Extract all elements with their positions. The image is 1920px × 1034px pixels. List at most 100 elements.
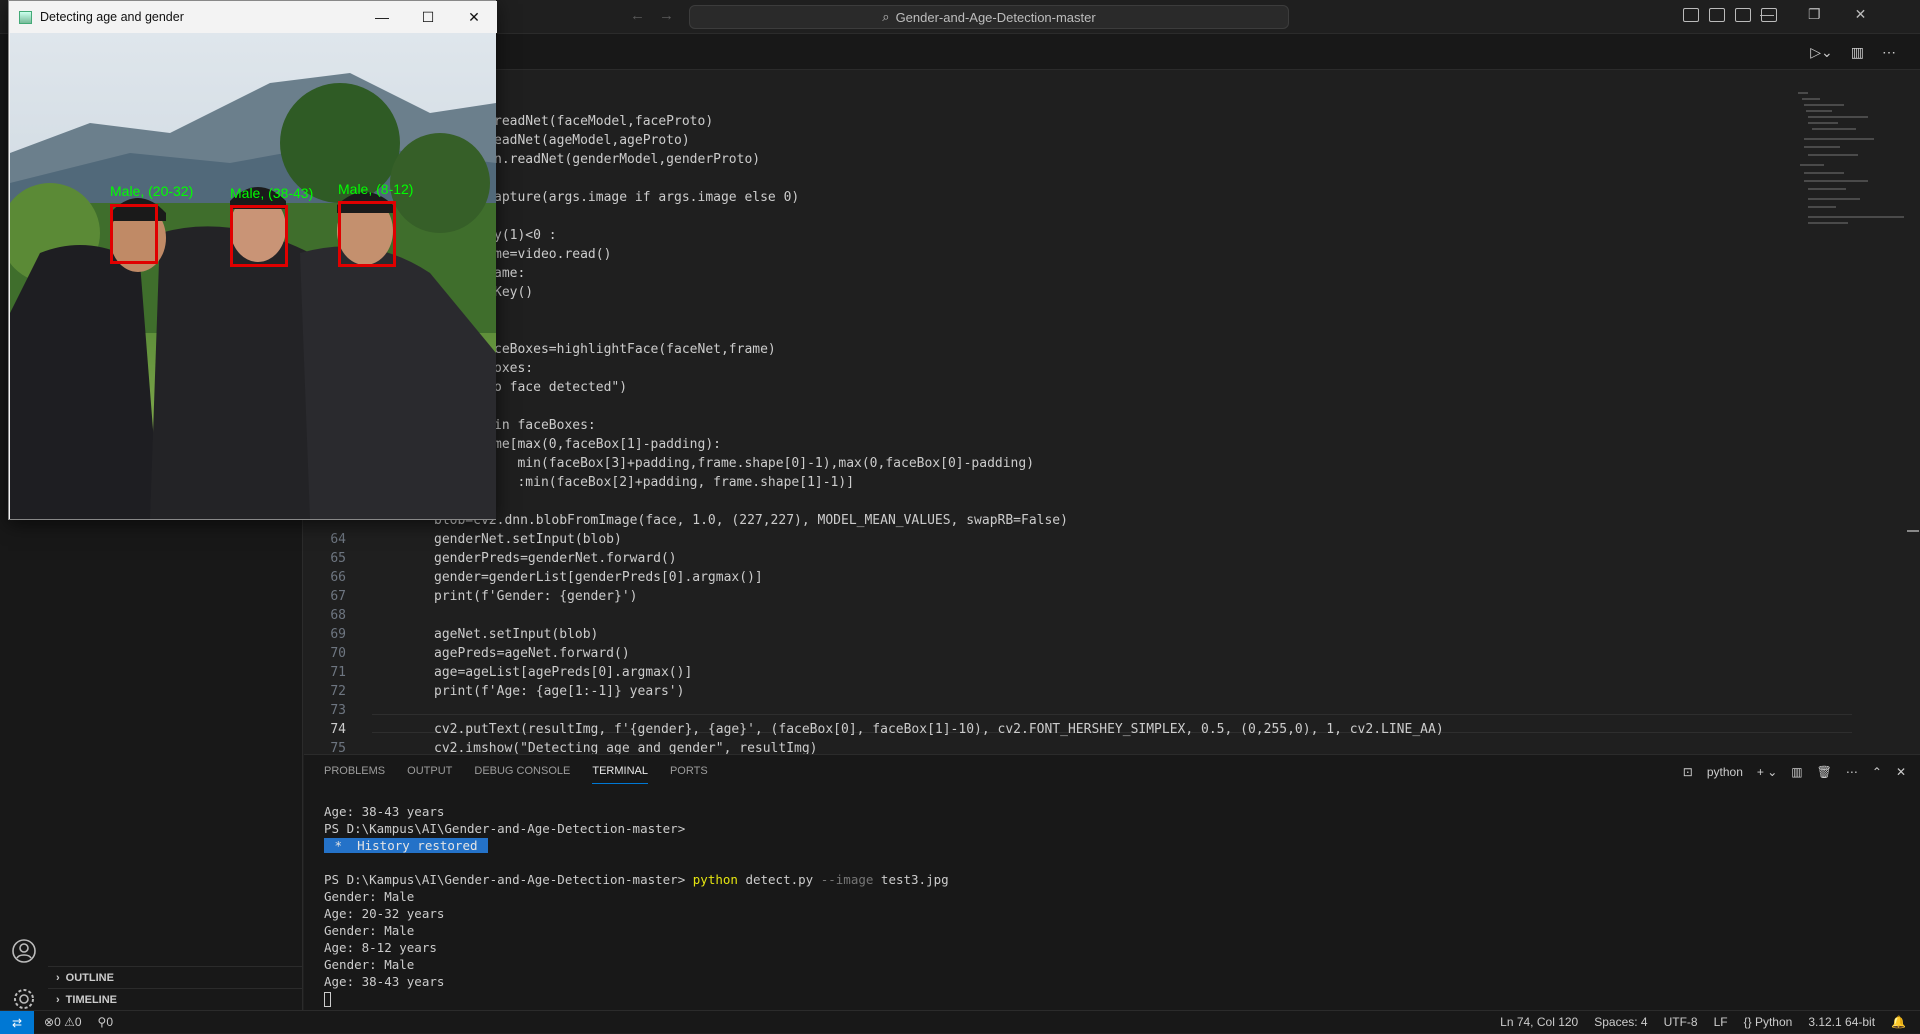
line-number: 67: [330, 589, 346, 604]
outline-section[interactable]: › OUTLINE: [48, 966, 303, 988]
run-icon[interactable]: ▷⌄: [1810, 44, 1833, 61]
indentation[interactable]: Spaces: 4: [1594, 1015, 1647, 1029]
app-icon: [19, 10, 32, 24]
code-line: me[max(0,faceBox[1]-padding):: [494, 437, 721, 452]
tab-ports[interactable]: PORTS: [670, 765, 708, 784]
terminal-line: Age: 38-43 years: [324, 804, 445, 819]
minimize-icon[interactable]: —: [359, 1, 405, 33]
error-count: 0: [54, 1015, 61, 1029]
ports-status[interactable]: ⚲0: [98, 1015, 113, 1029]
maximize-icon[interactable]: ☐: [405, 1, 451, 33]
terminal-shell-label[interactable]: python: [1707, 765, 1743, 779]
terminal-line: Gender: Male: [324, 889, 415, 904]
terminal-cursor: [324, 992, 331, 1007]
account-icon[interactable]: [11, 938, 37, 964]
end-of-line[interactable]: LF: [1714, 1015, 1728, 1029]
tab-problems[interactable]: PROBLEMS: [324, 765, 385, 784]
tab-debug-console[interactable]: DEBUG CONSOLE: [474, 765, 570, 784]
terminal-line: Age: 8-12 years: [324, 940, 437, 955]
photo-scene: [10, 33, 496, 519]
bell-icon[interactable]: 🔔: [1891, 1015, 1906, 1029]
command-center[interactable]: ⌕ Gender-and-Age-Detection-master: [689, 5, 1289, 29]
close-panel-icon[interactable]: ✕: [1896, 765, 1906, 779]
code-editor[interactable]: readNet(faceModel,faceProto) eadNet(ageMo…: [304, 92, 1920, 756]
opencv-window[interactable]: Detecting age and gender — ☐ ✕ Male, (20…: [8, 0, 497, 520]
trash-icon[interactable]: 🗑: [1817, 765, 1832, 779]
nav-arrows: ← →: [630, 7, 674, 24]
face-label: Male, (38-43): [230, 185, 314, 201]
line-number: 65: [330, 551, 346, 566]
remote-icon: ⇄: [11, 1015, 23, 1030]
problems-status[interactable]: ⊗0 ⚠0: [44, 1015, 82, 1029]
panel-actions: ⊡ python + ⌄ ▥ 🗑 ⋯ ⌃ ✕: [1683, 765, 1906, 779]
window-controls: — ❐ ✕: [1760, 6, 1866, 23]
close-icon[interactable]: ✕: [451, 1, 497, 33]
python-interpreter[interactable]: 3.12.1 64-bit: [1808, 1015, 1875, 1029]
code-line: readNet(faceModel,faceProto): [494, 114, 714, 129]
timeline-label: TIMELINE: [65, 993, 118, 1006]
back-arrow-icon[interactable]: ←: [630, 7, 645, 24]
code-line: cv2.putText(resultImg, f'{gender}, {age}…: [434, 722, 1444, 737]
chevron-right-icon: ›: [56, 993, 60, 1006]
split-editor-icon[interactable]: ▥: [1851, 44, 1864, 61]
terminal-prompt: PS D:\Kampus\AI\Gender-and-Age-Detection…: [324, 872, 693, 887]
chevron-right-icon: ›: [56, 971, 60, 984]
terminal-flag: --image: [820, 872, 874, 887]
toggle-panel-icon[interactable]: [1709, 8, 1725, 22]
split-terminal-icon[interactable]: ▥: [1791, 765, 1802, 779]
status-bar: ⇄ ⊗0 ⚠0 ⚲0 Ln 74, Col 120 Spaces: 4 UTF-…: [0, 1010, 1920, 1034]
line-number: 74: [330, 722, 346, 737]
ports-count: 0: [106, 1015, 114, 1029]
terminal-line: PS D:\Kampus\AI\Gender-and-Age-Detection…: [324, 821, 686, 836]
toggle-secondary-sidebar-icon[interactable]: [1735, 8, 1751, 22]
detection-image: Male, (20-32) Male, (38-43) Male, (8-12): [10, 33, 496, 519]
line-number: 68: [330, 608, 346, 623]
line-number: 70: [330, 646, 346, 661]
face-label: Male, (20-32): [110, 183, 194, 199]
code-line: ame:: [494, 266, 526, 281]
bottom-panel: PROBLEMS OUTPUT DEBUG CONSOLE TERMINAL P…: [304, 754, 1920, 1010]
terminal-line: Age: 38-43 years: [324, 974, 445, 989]
terminal-output[interactable]: Age: 38-43 years PS D:\Kampus\AI\Gender-a…: [324, 803, 949, 1007]
new-terminal-icon[interactable]: + ⌄: [1757, 765, 1777, 779]
timeline-section[interactable]: › TIMELINE: [48, 988, 303, 1010]
opencv-window-title: Detecting age and gender: [40, 10, 184, 24]
terminal-line: Gender: Male: [324, 923, 415, 938]
gear-icon[interactable]: [11, 986, 37, 1012]
terminal-arg: test3.jpg: [873, 872, 949, 887]
language-mode[interactable]: {} Python: [1744, 1015, 1793, 1029]
tab-output[interactable]: OUTPUT: [407, 765, 452, 784]
editor-tab-bar: [304, 34, 1920, 70]
warning-icon: ⚠: [64, 1015, 75, 1029]
encoding[interactable]: UTF-8: [1664, 1015, 1698, 1029]
remote-indicator[interactable]: ⇄: [0, 1011, 34, 1034]
code-line: apture(args.image if args.image else 0): [494, 190, 800, 205]
face-box: [110, 204, 158, 264]
more-actions-icon[interactable]: ⋯: [1846, 765, 1858, 779]
code-line: eadNet(ageModel,ageProto): [494, 133, 690, 148]
history-restored-badge: * History restored: [324, 838, 489, 853]
more-actions-icon[interactable]: ⋯: [1882, 44, 1896, 61]
forward-arrow-icon[interactable]: →: [659, 7, 674, 24]
toggle-primary-sidebar-icon[interactable]: [1683, 8, 1699, 22]
code-line: oxes:: [494, 361, 534, 376]
tab-terminal[interactable]: TERMINAL: [592, 765, 648, 784]
status-right: Ln 74, Col 120 Spaces: 4 UTF-8 LF {} Pyt…: [1500, 1015, 1906, 1029]
close-icon[interactable]: ✕: [1855, 6, 1867, 23]
line-number: 64: [330, 532, 346, 547]
maximize-panel-icon[interactable]: ⌃: [1872, 765, 1882, 779]
code-line: gender=genderList[genderPreds[0].argmax(…: [434, 570, 763, 585]
opencv-window-titlebar[interactable]: Detecting age and gender — ☐ ✕: [9, 1, 497, 33]
scrollbar-marker[interactable]: [1907, 530, 1919, 532]
code-line: Key(): [494, 285, 534, 300]
command-center-label: Gender-and-Age-Detection-master: [895, 9, 1096, 25]
code-line: in faceBoxes:: [494, 418, 596, 433]
minimize-icon[interactable]: —: [1760, 6, 1774, 23]
line-number: 73: [330, 703, 346, 718]
cursor-position[interactable]: Ln 74, Col 120: [1500, 1015, 1578, 1029]
minimap[interactable]: [1794, 92, 1914, 252]
opencv-window-controls: — ☐ ✕: [359, 1, 497, 33]
face-label: Male, (8-12): [338, 181, 414, 197]
terminal-command-line: PS D:\Kampus\AI\Gender-and-Age-Detection…: [324, 871, 949, 888]
restore-icon[interactable]: ❐: [1808, 6, 1821, 23]
